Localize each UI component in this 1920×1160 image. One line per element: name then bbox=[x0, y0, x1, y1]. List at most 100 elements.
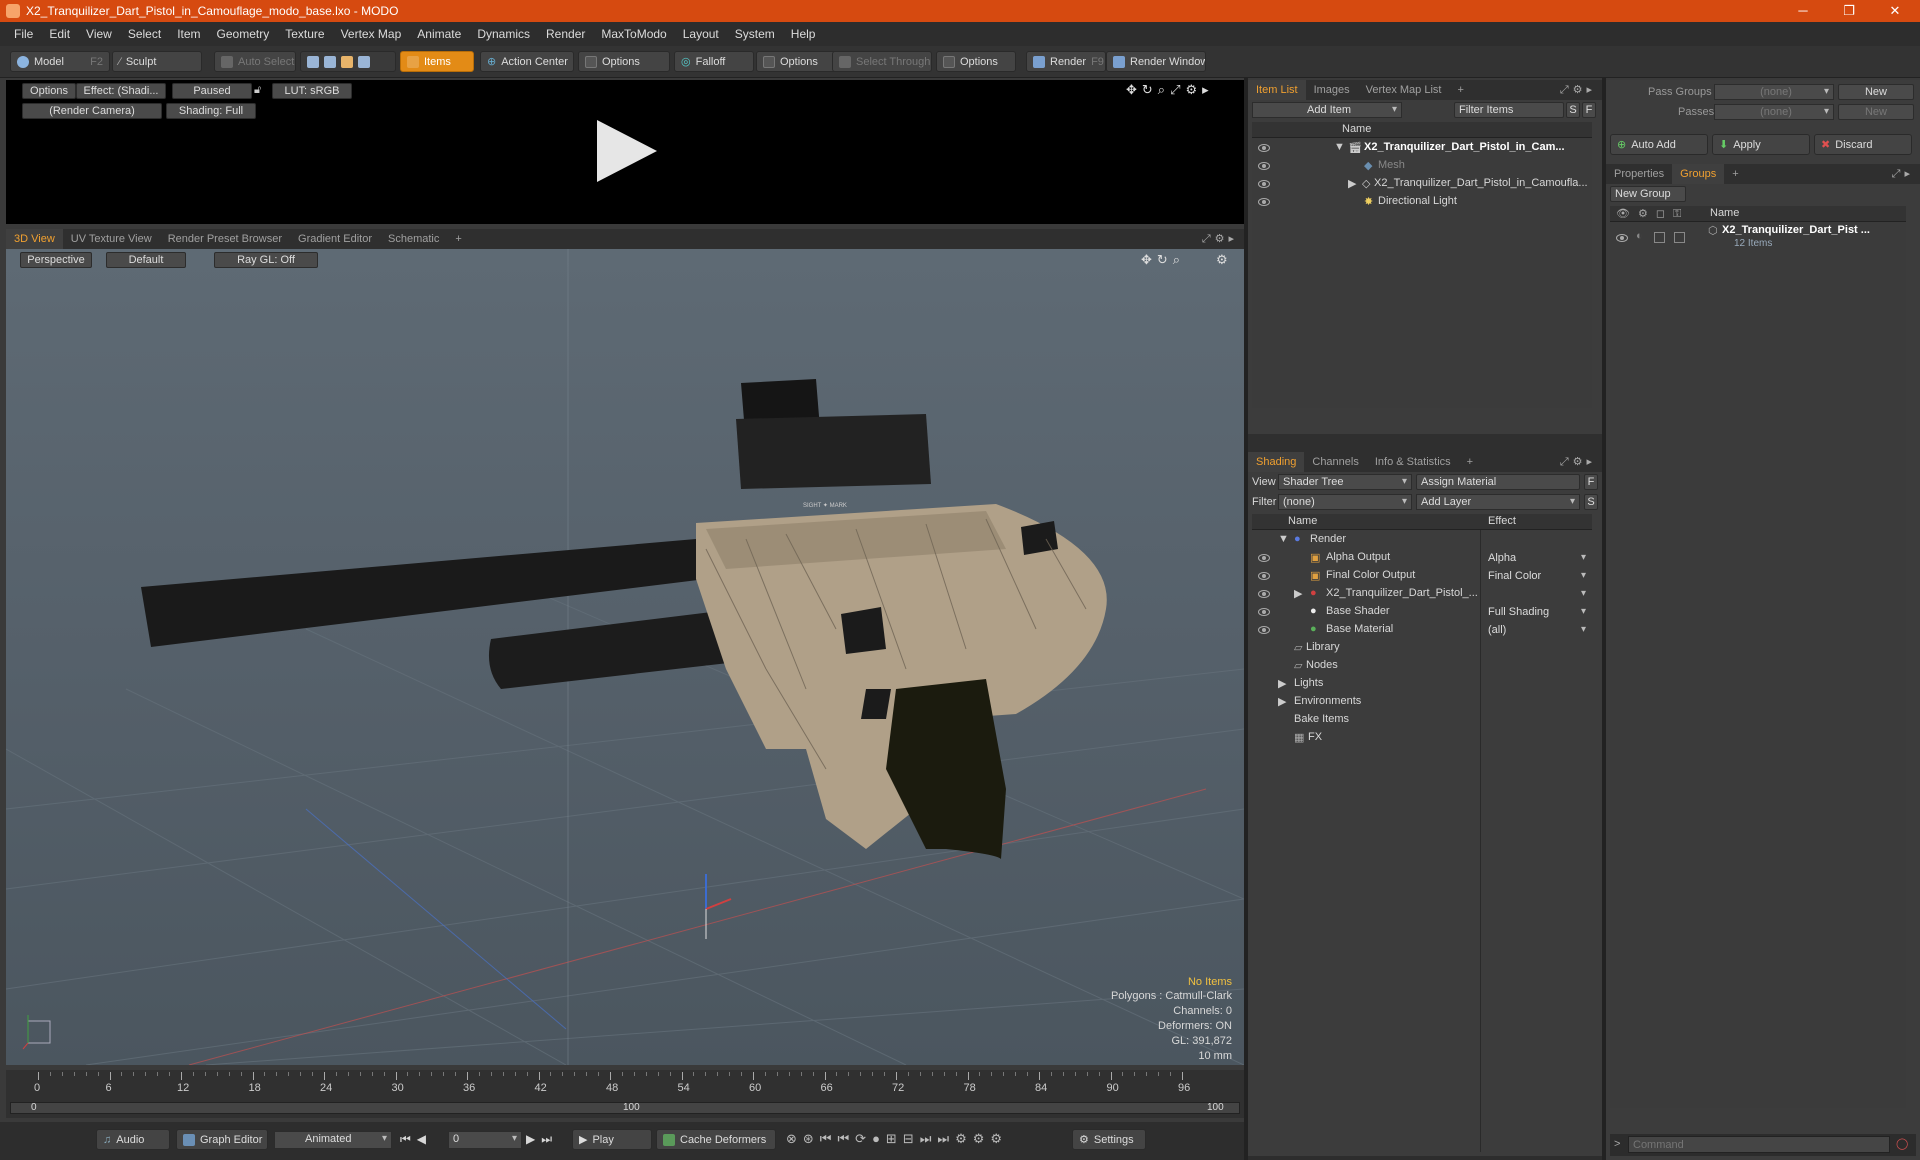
menu-item[interactable]: Item bbox=[169, 27, 208, 41]
visibility-eye-icon[interactable] bbox=[1258, 198, 1270, 206]
effect-dropdown[interactable]: Alpha bbox=[1484, 551, 1590, 567]
tab-groups[interactable]: Groups bbox=[1672, 164, 1725, 184]
menu-select[interactable]: Select bbox=[120, 27, 169, 41]
shader-row-library[interactable]: ▱ Library bbox=[1252, 640, 1592, 658]
falloff-button[interactable]: ◎ Falloff bbox=[674, 51, 754, 72]
name-column-header[interactable]: Name bbox=[1710, 207, 1739, 219]
filter-s-button[interactable]: S bbox=[1566, 102, 1580, 118]
add-tab-button[interactable]: + bbox=[1459, 452, 1481, 472]
close-button[interactable]: ✕ bbox=[1872, 0, 1918, 22]
shader-tree-dropdown[interactable]: Shader Tree bbox=[1278, 474, 1412, 490]
filter-dropdown[interactable]: (none) bbox=[1278, 494, 1412, 510]
render-camera-dropdown[interactable]: (Render Camera) bbox=[22, 103, 162, 119]
lut-dropdown[interactable]: LUT: sRGB bbox=[272, 83, 352, 99]
menu-help[interactable]: Help bbox=[783, 27, 824, 41]
model-mode-button[interactable]: Model F2 bbox=[10, 51, 110, 72]
frame-field[interactable]: 0 bbox=[448, 1131, 522, 1149]
preview-paused-button[interactable]: Paused bbox=[172, 83, 252, 99]
visibility-eye-icon[interactable] bbox=[1258, 626, 1270, 634]
preview-options-button[interactable]: Options bbox=[22, 83, 76, 99]
add-tab-button[interactable]: + bbox=[1449, 80, 1471, 100]
menu-texture[interactable]: Texture bbox=[277, 27, 332, 41]
shader-row-fx[interactable]: ▦ FX bbox=[1252, 730, 1592, 748]
action-center-button[interactable]: ⊕ Action Center bbox=[480, 51, 574, 72]
shader-row-bake-items[interactable]: Bake Items bbox=[1252, 712, 1592, 730]
shader-row-base-shader[interactable]: ● Base Shader Full Shading bbox=[1252, 604, 1592, 622]
render-toggle-icon[interactable]: ◐ bbox=[1636, 230, 1643, 242]
tab-render-preset-browser[interactable]: Render Preset Browser bbox=[160, 229, 290, 249]
collapse-arrow-icon[interactable]: ▶ bbox=[1348, 177, 1356, 190]
visibility-eye-icon[interactable] bbox=[1258, 554, 1270, 562]
skip-back-buttons[interactable]: ⏮◀ bbox=[400, 1132, 432, 1147]
raygl-dropdown[interactable]: Ray GL: Off bbox=[214, 252, 318, 268]
render-button[interactable]: Render F9 bbox=[1026, 51, 1106, 72]
select-checkbox[interactable] bbox=[1674, 232, 1685, 243]
audio-button[interactable]: ♫ Audio bbox=[96, 1129, 170, 1150]
tab-schematic[interactable]: Schematic bbox=[380, 229, 447, 249]
tab-item-list[interactable]: Item List bbox=[1248, 80, 1306, 100]
new-pass-button[interactable]: New bbox=[1838, 104, 1914, 120]
tab-images[interactable]: Images bbox=[1306, 80, 1358, 100]
panel-controls[interactable]: ⤢▸ bbox=[1892, 167, 1920, 181]
items-mode-button[interactable]: Items bbox=[400, 51, 474, 72]
3d-viewport[interactable]: Perspective Default Ray GL: Off ✥↻⌕ ⚙ SI… bbox=[6, 249, 1244, 1065]
tab-properties[interactable]: Properties bbox=[1606, 164, 1672, 184]
effect-dropdown[interactable] bbox=[1484, 587, 1590, 603]
collapse-arrow-icon[interactable]: ▶ bbox=[1294, 587, 1302, 600]
group-row[interactable]: ◐ ⬡ X2_Tranquilizer_Dart_Pist ... 12 Ite… bbox=[1610, 224, 1906, 254]
filter-items-field[interactable]: Filter Items bbox=[1454, 102, 1564, 118]
timeline-range-bar[interactable]: 0 100 100 bbox=[10, 1102, 1240, 1114]
materials-mode-icon[interactable] bbox=[358, 55, 370, 68]
effect-dropdown[interactable]: Final Color bbox=[1484, 569, 1590, 585]
sculpt-mode-button[interactable]: ∕ Sculpt bbox=[112, 51, 202, 72]
menu-dynamics[interactable]: Dynamics bbox=[469, 27, 538, 41]
effect-dropdown[interactable]: (all) bbox=[1484, 623, 1590, 639]
panel-controls[interactable]: ⤢⚙▸ bbox=[1560, 455, 1602, 469]
expand-arrow-icon[interactable]: ▼ bbox=[1334, 141, 1345, 153]
play-icon[interactable] bbox=[591, 116, 661, 186]
menu-edit[interactable]: Edit bbox=[41, 27, 78, 41]
lock-checkbox[interactable] bbox=[1654, 232, 1665, 243]
falloff-options-button[interactable]: Options bbox=[756, 51, 836, 72]
name-column-header[interactable]: Name bbox=[1288, 515, 1317, 527]
effect-dropdown[interactable]: Full Shading bbox=[1484, 605, 1590, 621]
tab-3d-view[interactable]: 3D View bbox=[6, 229, 63, 249]
tree-row-scene[interactable]: ▼ 🎬︎ X2_Tranquilizer_Dart_Pistol_in_Cam.… bbox=[1252, 140, 1592, 158]
shader-row-nodes[interactable]: ▱ Nodes bbox=[1252, 658, 1592, 676]
visibility-eye-icon[interactable] bbox=[1258, 590, 1270, 598]
preview-effect-dropdown[interactable]: Effect: (Shadi... bbox=[76, 83, 166, 99]
name-column-header[interactable]: Name bbox=[1342, 123, 1371, 135]
shader-row-lights[interactable]: ▶ Lights bbox=[1252, 676, 1592, 694]
shader-row-material-group[interactable]: ▶ ● X2_Tranquilizer_Dart_Pistol_... bbox=[1252, 586, 1592, 604]
tab-channels[interactable]: Channels bbox=[1304, 452, 1366, 472]
shading-f-button[interactable]: F bbox=[1584, 474, 1598, 490]
add-tab-button[interactable]: + bbox=[1724, 164, 1746, 184]
tree-row-light[interactable]: ✸ Directional Light bbox=[1252, 194, 1592, 212]
skip-forward-buttons[interactable]: ▶⏭ bbox=[526, 1132, 558, 1147]
maximize-button[interactable]: ❐ bbox=[1826, 0, 1872, 22]
shader-row-alpha-output[interactable]: ▣ Alpha Output Alpha bbox=[1252, 550, 1592, 568]
shader-row-environments[interactable]: ▶ Environments bbox=[1252, 694, 1592, 712]
menu-animate[interactable]: Animate bbox=[409, 27, 469, 41]
tab-info-statistics[interactable]: Info & Statistics bbox=[1367, 452, 1459, 472]
discard-button[interactable]: ✖ Discard bbox=[1814, 134, 1912, 155]
viewport-nav-controls[interactable]: ✥↻⌕ bbox=[1141, 252, 1185, 268]
visibility-eye-icon[interactable] bbox=[1258, 162, 1270, 170]
auto-select-button[interactable]: Auto Select bbox=[214, 51, 296, 72]
perspective-dropdown[interactable]: Perspective bbox=[20, 252, 92, 268]
expand-arrow-icon[interactable]: ▼ bbox=[1278, 533, 1289, 545]
add-item-dropdown[interactable]: Add Item bbox=[1252, 102, 1402, 118]
tab-shading[interactable]: Shading bbox=[1248, 452, 1305, 472]
visibility-eye-icon[interactable] bbox=[1258, 608, 1270, 616]
command-input[interactable] bbox=[1628, 1136, 1890, 1153]
polygons-mode-icon[interactable] bbox=[341, 55, 353, 68]
viewport-settings-icon[interactable]: ⚙ bbox=[1216, 252, 1228, 268]
shader-row-final-color-output[interactable]: ▣ Final Color Output Final Color bbox=[1252, 568, 1592, 586]
tree-row-group[interactable]: ▶ ◇ X2_Tranquilizer_Dart_Pistol_in_Camou… bbox=[1252, 176, 1592, 194]
cache-deformers-button[interactable]: Cache Deformers bbox=[656, 1129, 776, 1150]
effect-column-header[interactable]: Effect bbox=[1488, 515, 1516, 527]
viewport-tab-controls[interactable]: ⤢⚙▸ bbox=[1202, 232, 1244, 246]
edges-mode-icon[interactable] bbox=[324, 55, 336, 68]
new-group-button[interactable]: New Group bbox=[1610, 186, 1686, 202]
visibility-eye-icon[interactable] bbox=[1258, 572, 1270, 580]
